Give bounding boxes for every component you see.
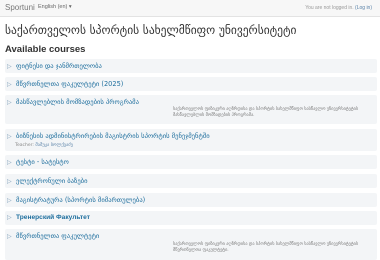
teacher-name-link[interactable]: მამუკა ბოლქვაძე — [35, 143, 73, 148]
course-name[interactable]: ტესტი - სატესტო — [16, 158, 69, 166]
course-item: ▷ Тренерский Факультет — [5, 211, 377, 225]
course-link[interactable]: ▷ მწვრთნელთა ფაკულტეტი (2025) — [7, 80, 123, 88]
course-arrow-icon: ▷ — [7, 214, 12, 221]
course-summary: საქართველოს ფიზიკური აღზრდისა და სპორტის… — [173, 107, 359, 118]
course-link[interactable]: ▷ მწვრთნელთა ფაკულტეტი — [7, 232, 99, 240]
course-teacher: Teacher: მამუკა ბოლქვაძე — [15, 143, 73, 148]
course-name[interactable]: ელექტრონული ბაზები — [16, 177, 88, 185]
course-link[interactable]: ▷ ელექტრონული ბაზები — [7, 177, 88, 185]
site-brand[interactable]: Sportuni — [5, 3, 35, 12]
course-item: ▷ ტესტი - სატესტო — [5, 155, 377, 169]
teacher-label: Teacher: — [15, 143, 34, 148]
login-link[interactable]: (Log in) — [355, 5, 372, 11]
course-link[interactable]: ▷ მაგისტრატურა (სპორტის მიმართულება) — [7, 196, 145, 204]
available-courses-heading: Available courses — [5, 44, 86, 55]
course-name[interactable]: ფიტნესი და ჯანმრთელობა — [16, 62, 102, 70]
course-name[interactable]: მასწავლებლის მომზადების პროგრამა — [16, 98, 139, 106]
course-name[interactable]: მწვრთნელთა ფაკულტეტი (2025) — [16, 80, 123, 88]
top-navbar: Sportuni English (en) ▾ You are not logg… — [0, 0, 380, 17]
course-link[interactable]: ▷ Тренерский Факультет — [7, 214, 90, 221]
course-name[interactable]: Тренерский Факультет — [16, 214, 90, 221]
login-status-text: You are not logged in. — [305, 5, 354, 11]
course-item: ▷ მასწავლებლის მომზადების პროგრამა საქარ… — [5, 95, 377, 124]
course-link[interactable]: ▷ ტესტი - სატესტო — [7, 158, 69, 166]
course-item: ▷ ბიზნესის ადმინისტრირების მაგისტრის სპო… — [5, 129, 377, 151]
course-arrow-icon: ▷ — [7, 98, 12, 106]
course-link[interactable]: ▷ ფიტნესი და ჯანმრთელობა — [7, 62, 102, 70]
course-item: ▷ მაგისტრატურა (სპორტის მიმართულება) — [5, 193, 377, 207]
language-menu[interactable]: English (en) ▾ — [38, 4, 72, 10]
course-item: ▷ მწვრთნელთა ფაკულტეტი (2025) — [5, 77, 377, 91]
course-arrow-icon: ▷ — [7, 132, 12, 140]
course-link[interactable]: ▷ ბიზნესის ადმინისტრირების მაგისტრის სპო… — [7, 132, 210, 140]
course-item: ▷ ელექტრონული ბაზები — [5, 174, 377, 188]
course-name[interactable]: ბიზნესის ადმინისტრირების მაგისტრის სპორტ… — [16, 132, 210, 140]
course-arrow-icon: ▷ — [7, 158, 12, 166]
course-summary: საქართველოს ფიზიკური აღზრდისა და სპორტის… — [173, 242, 359, 253]
course-name[interactable]: მაგისტრატურა (სპორტის მიმართულება) — [16, 196, 145, 204]
course-item: ▷ მწვრთნელთა ფაკულტეტი საქართველოს ფიზიკ… — [5, 229, 377, 260]
course-item: ▷ ფიტნესი და ჯანმრთელობა — [5, 59, 377, 73]
course-arrow-icon: ▷ — [7, 80, 12, 88]
course-name[interactable]: მწვრთნელთა ფაკულტეტი — [16, 232, 99, 240]
course-arrow-icon: ▷ — [7, 177, 12, 185]
page-title: საქართველოს სპორტის სახელმწიფო უნივერსიტ… — [5, 23, 297, 37]
login-info: You are not logged in. (Log in) — [305, 5, 372, 11]
course-arrow-icon: ▷ — [7, 62, 12, 70]
course-link[interactable]: ▷ მასწავლებლის მომზადების პროგრამა — [7, 98, 139, 106]
course-arrow-icon: ▷ — [7, 232, 12, 240]
course-arrow-icon: ▷ — [7, 196, 12, 204]
